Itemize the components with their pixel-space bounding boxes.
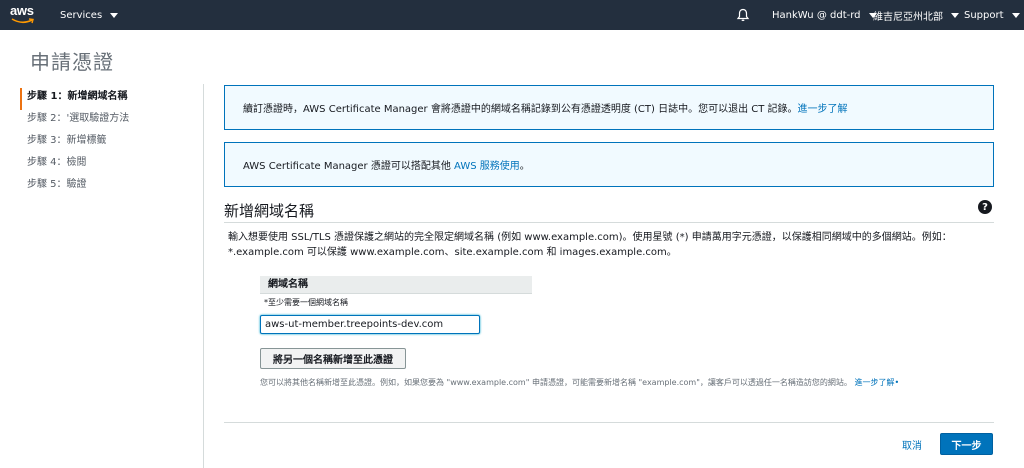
ct-learn-more-link[interactable]: 進一步了解 [798,104,848,115]
add-another-name-button[interactable]: 將另一個名稱新增至此憑證 [260,348,406,369]
account-label: HankWu @ ddt-rd [772,9,861,21]
aws-services-info-text: AWS Certificate Manager 憑證可以搭配其他 AWS 服務使… [243,161,530,172]
chevron-down-icon [951,12,959,18]
chevron-down-icon [1011,12,1020,18]
services-label: Services [60,9,103,21]
ct-logging-info-text: 續訂憑證時，AWS Certificate Manager 會將憑證中的網域名稱… [243,104,848,115]
top-navigation-bar: aws Services HankWu @ ddt-rd 維吉尼亞州北部 Sup… [0,0,1024,30]
external-link-icon: • [894,378,900,387]
chevron-down-icon [110,12,119,18]
region-label: 維吉尼亞州北部 [873,11,943,23]
domain-name-hint: *至少需要一個網域名稱 [264,298,348,307]
support-menu[interactable]: Support [964,0,1020,30]
aws-logo-text: aws [10,3,34,18]
next-button[interactable]: 下一步 [940,433,993,455]
step-1[interactable]: 步驟 1：新增網域名稱 [20,88,200,110]
aws-smile-icon [11,18,34,24]
section-divider [224,222,994,223]
cancel-button[interactable]: 取消 [902,437,922,452]
notifications-bell[interactable] [736,0,750,30]
services-menu[interactable]: Services [60,0,119,30]
step-5[interactable]: 步驟 5：驗證 [20,176,200,198]
step-2[interactable]: 步驟 2：'選取驗證方法 [20,110,200,132]
wizard-steps: 步驟 1：新增網域名稱 步驟 2：'選取驗證方法 步驟 3：新增標籤 步驟 4：… [20,88,200,198]
domain-name-field-header: 網域名稱 [260,276,532,294]
section-description: 輸入想要使用 SSL/TLS 憑證保護之網站的完全限定網域名稱 (例如 www.… [228,232,952,258]
aws-services-link[interactable]: AWS 服務使用 [454,161,520,172]
footer-divider [224,422,994,423]
step-4[interactable]: 步驟 4：檢閱 [20,154,200,176]
add-name-hint: 您可以將其他名稱新增至此憑證。例如，如果您要為 "www.example.com… [260,378,900,387]
section-title: 新增網域名稱 [224,202,315,220]
help-icon[interactable]: ? [978,200,992,214]
region-menu[interactable]: 維吉尼亞州北部 [873,0,959,30]
aws-services-info-box: AWS Certificate Manager 憑證可以搭配其他 AWS 服務使… [224,142,994,187]
add-name-learn-more-link[interactable]: 進一步了解 [854,378,894,387]
domain-name-input[interactable] [260,315,480,334]
aws-logo[interactable]: aws [10,4,36,26]
vertical-divider [203,84,204,468]
support-label: Support [964,9,1004,21]
ct-logging-info-box: 續訂憑證時，AWS Certificate Manager 會將憑證中的網域名稱… [224,85,994,130]
step-3[interactable]: 步驟 3：新增標籤 [20,132,200,154]
page-title: 申請憑證 [30,50,114,74]
account-menu[interactable]: HankWu @ ddt-rd [772,0,877,30]
bell-icon [736,8,750,22]
